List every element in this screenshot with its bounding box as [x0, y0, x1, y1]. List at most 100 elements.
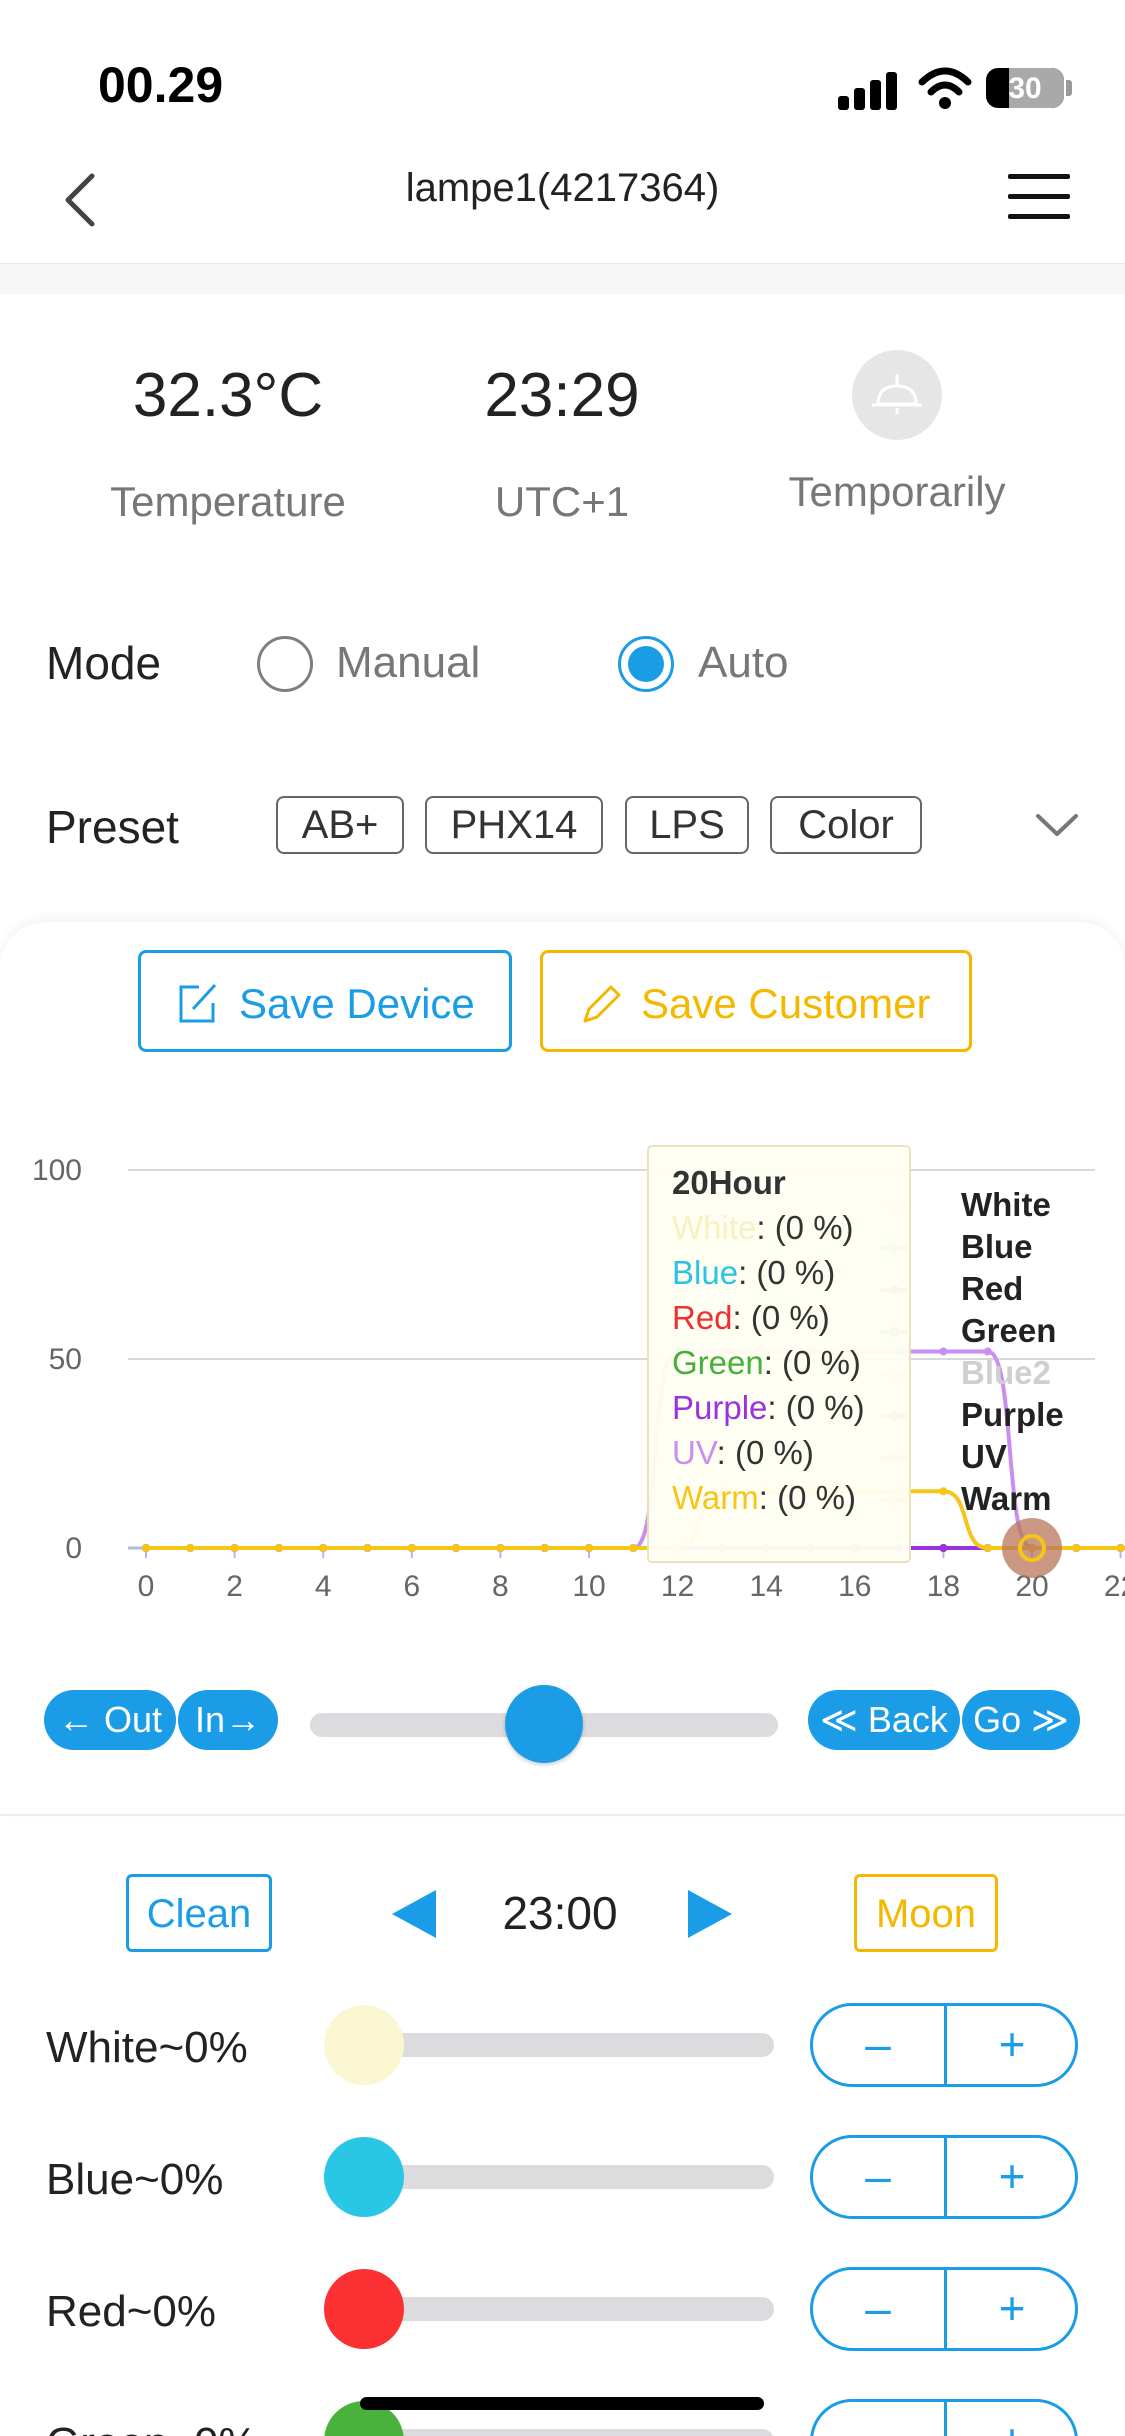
data-point-warm — [496, 1544, 505, 1552]
page-title: lampe1(4217364) — [405, 166, 720, 210]
go-step-button[interactable]: Go ≫ — [962, 1690, 1080, 1750]
data-point-uv — [939, 1347, 948, 1356]
status-time: 00.29 — [98, 57, 224, 113]
x-tick-label: 14 — [750, 1570, 783, 1603]
preset-chip-phx14[interactable]: PHX14 — [425, 796, 603, 854]
mode-manual-label[interactable]: Manual — [336, 638, 480, 688]
x-tick-label: 0 — [138, 1570, 155, 1603]
data-point-warm — [186, 1544, 195, 1552]
edit-icon — [179, 983, 217, 1023]
mode-auto-label[interactable]: Auto — [698, 638, 789, 688]
timezone-label: UTC+1 — [494, 478, 630, 525]
data-point-warm — [274, 1544, 283, 1552]
x-tick-label: 10 — [572, 1570, 605, 1603]
save-device-label: Save Device — [239, 980, 475, 1027]
data-point-warm — [585, 1544, 593, 1552]
increment-button-red[interactable]: + — [947, 2270, 1077, 2348]
data-point-warm — [939, 1487, 948, 1496]
legend-label-green: Green — [961, 1312, 1056, 1349]
tooltip-row-white: White: (0 %) — [672, 1209, 854, 1246]
data-point-warm — [540, 1544, 549, 1552]
back-step-button[interactable]: ≪ Back — [808, 1690, 960, 1750]
preset-label: Preset — [46, 801, 179, 853]
legend-label-white: White — [961, 1186, 1051, 1223]
temperature-value: 32.3°C — [132, 361, 324, 430]
legend-label-red: Red — [961, 1270, 1023, 1307]
legend-label-warm: Warm — [961, 1480, 1051, 1517]
y-tick-label: 0 — [65, 1532, 82, 1565]
battery-tip — [1066, 80, 1072, 96]
pencil-icon — [583, 985, 621, 1023]
x-tick-label: 16 — [838, 1570, 871, 1603]
channel-stepper-white: – + — [810, 2003, 1078, 2087]
decrement-button-blue[interactable]: – — [813, 2138, 943, 2216]
save-customer-label: Save Customer — [641, 980, 931, 1027]
x-tick-label: 18 — [927, 1570, 960, 1603]
section-divider — [0, 1814, 1125, 1816]
increment-button-green[interactable]: + — [947, 2402, 1077, 2436]
tooltip-row-uv: UV: (0 %) — [672, 1434, 814, 1471]
timeline-slider-thumb[interactable] — [505, 1685, 583, 1763]
x-tick-label: 12 — [661, 1570, 694, 1603]
increment-button-white[interactable]: + — [947, 2006, 1077, 2084]
preset-chip-lps[interactable]: LPS — [625, 796, 749, 854]
channel-stepper-red: – + — [810, 2267, 1078, 2351]
tooltip-row-blue: Blue: (0 %) — [672, 1254, 835, 1291]
wifi-icon — [918, 67, 972, 109]
battery-percent: 30 — [1008, 72, 1042, 105]
channel-slider-thumb-red[interactable] — [324, 2269, 404, 2349]
mode-manual-radio[interactable] — [257, 636, 313, 692]
x-tick-label: 6 — [403, 1570, 420, 1603]
data-point-warm — [1116, 1544, 1125, 1552]
schedule-chart[interactable]: 0501000246810121416182022WhiteBlueRedGre… — [0, 1140, 1125, 1620]
moon-button[interactable]: Moon — [854, 1874, 998, 1952]
data-point-warm — [319, 1544, 328, 1552]
legend-label-uv: UV — [961, 1438, 1007, 1475]
data-point-warm — [629, 1544, 638, 1552]
header-divider — [0, 264, 1125, 294]
chevron-down-icon[interactable] — [1034, 802, 1080, 848]
next-time-button[interactable] — [688, 1890, 732, 1938]
increment-button-blue[interactable]: + — [947, 2138, 1077, 2216]
x-tick-label: 2 — [226, 1570, 243, 1603]
selected-hour-marker — [1002, 1518, 1062, 1578]
data-point-warm — [230, 1544, 239, 1552]
channel-stepper-blue: – + — [810, 2135, 1078, 2219]
time-value: 23:29 — [484, 361, 640, 430]
save-customer-button[interactable]: Save Customer — [540, 950, 972, 1052]
channel-label-green: Green~0% — [46, 2419, 258, 2436]
preset-chip-color[interactable]: Color — [770, 796, 922, 854]
zoom-in-button[interactable]: In→ — [178, 1690, 278, 1750]
menu-button[interactable] — [1008, 166, 1070, 226]
tooltip-row-green: Green: (0 %) — [672, 1344, 861, 1381]
temperature-label: Temperature — [110, 478, 346, 525]
x-tick-label: 22 — [1104, 1570, 1125, 1603]
lamp-status-label: Temporarily — [788, 468, 1006, 515]
decrement-button-red[interactable]: – — [813, 2270, 943, 2348]
battery-icon: 30 — [986, 68, 1064, 108]
zoom-out-button[interactable]: ← Out — [44, 1690, 176, 1750]
home-indicator — [360, 2397, 764, 2410]
decrement-button-green[interactable]: – — [813, 2402, 943, 2436]
decrement-button-white[interactable]: – — [813, 2006, 943, 2084]
channel-label-red: Red~0% — [46, 2287, 217, 2336]
clean-button[interactable]: Clean — [126, 1874, 272, 1952]
previous-time-button[interactable] — [392, 1890, 436, 1938]
preset-chip-ab-plus[interactable]: AB+ — [276, 796, 404, 854]
lamp-status-button[interactable] — [852, 350, 942, 440]
y-tick-label: 50 — [49, 1343, 82, 1376]
mode-auto-radio[interactable] — [618, 636, 674, 692]
channel-slider-thumb-white[interactable] — [324, 2005, 404, 2085]
app-header: lampe1(4217364) — [0, 140, 1125, 264]
save-device-button[interactable]: Save Device — [138, 950, 512, 1052]
data-point-purple — [939, 1544, 948, 1552]
data-point-warm — [363, 1544, 372, 1552]
edit-time-value: 23:00 — [502, 1887, 618, 1939]
channel-label-white: White~0% — [46, 2023, 248, 2072]
tooltip-title: 20Hour — [672, 1164, 786, 1201]
channel-label-blue: Blue~0% — [46, 2155, 224, 2204]
tooltip-row-warm: Warm: (0 %) — [672, 1479, 856, 1516]
channel-slider-thumb-blue[interactable] — [324, 2137, 404, 2217]
x-tick-label: 4 — [315, 1570, 332, 1603]
signal-icon — [838, 70, 898, 110]
